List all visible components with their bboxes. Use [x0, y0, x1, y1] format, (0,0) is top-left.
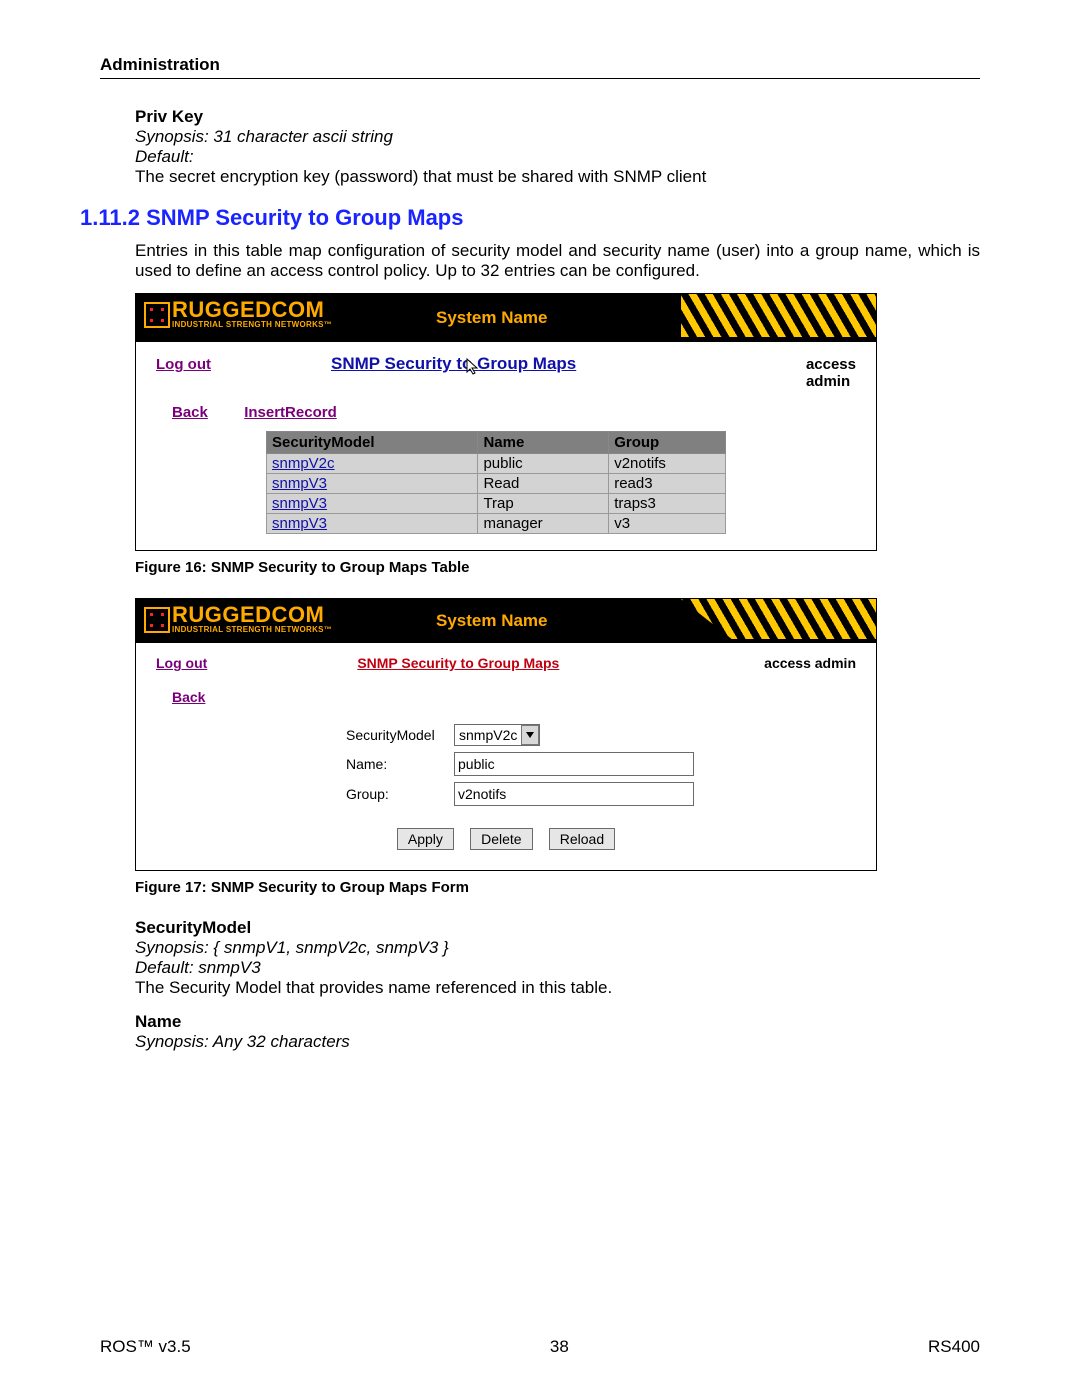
row-name: manager [478, 514, 609, 534]
logout-link[interactable]: Log out [156, 655, 207, 671]
access-info: access admin [806, 356, 856, 390]
table-row: snmpV3 Trap traps3 [267, 494, 726, 514]
table-row: snmpV3 manager v3 [267, 514, 726, 534]
row-group: traps3 [609, 494, 726, 514]
back-link[interactable]: Back [172, 404, 208, 421]
brand-logo-icon [144, 607, 170, 633]
screenshot-page-title[interactable]: SNMP Security to Group Maps [331, 354, 576, 374]
security-model-default: Default: snmpV3 [135, 958, 980, 978]
name-input[interactable] [454, 752, 694, 776]
section-heading: 1.11.2 SNMP Security to Group Maps [80, 205, 980, 231]
row-group: v3 [609, 514, 726, 534]
row-model-link[interactable]: snmpV2c [272, 455, 335, 472]
table-row: snmpV2c public v2notifs [267, 454, 726, 474]
row-name: Trap [478, 494, 609, 514]
chapter-heading: Administration [100, 55, 980, 79]
priv-key-default: Default: [135, 147, 980, 167]
name-synopsis: Synopsis: Any 32 characters [135, 1032, 980, 1052]
access-line2: admin [806, 373, 850, 390]
group-input[interactable] [454, 782, 694, 806]
row-model-link[interactable]: snmpV3 [272, 475, 327, 492]
row-group: v2notifs [609, 454, 726, 474]
security-model-select[interactable]: snmpV2c [454, 724, 540, 746]
priv-key-synopsis: Synopsis: 31 character ascii string [135, 127, 980, 147]
col-name: Name [478, 432, 609, 454]
label-security-model: SecurityModel [346, 727, 451, 743]
hazard-stripes [681, 294, 876, 337]
access-info: access admin [764, 655, 856, 671]
col-security-model: SecurityModel [267, 432, 478, 454]
system-name: System Name [436, 611, 548, 631]
priv-key-heading: Priv Key [135, 107, 980, 127]
priv-key-desc: The secret encryption key (password) tha… [135, 167, 980, 187]
apply-button[interactable]: Apply [397, 828, 454, 850]
logout-link[interactable]: Log out [156, 356, 211, 373]
system-name: System Name [436, 308, 548, 328]
chevron-down-icon[interactable] [521, 725, 539, 745]
section-para: Entries in this table map configuration … [135, 241, 980, 281]
back-link[interactable]: Back [172, 689, 205, 705]
figure16-caption: Figure 16: SNMP Security to Group Maps T… [135, 559, 980, 576]
security-model-value: snmpV2c [459, 727, 517, 743]
security-model-desc: The Security Model that provides name re… [135, 978, 980, 998]
row-name: Read [478, 474, 609, 494]
access-line1: access [806, 356, 856, 373]
snmp-groups-table: SecurityModel Name Group snmpV2c public … [266, 431, 726, 534]
footer-right: RS400 [928, 1337, 980, 1357]
label-group: Group: [346, 786, 451, 802]
reload-button[interactable]: Reload [549, 828, 615, 850]
row-model-link[interactable]: snmpV3 [272, 515, 327, 532]
screenshot-page-title[interactable]: SNMP Security to Group Maps [357, 655, 559, 671]
table-row: snmpV3 Read read3 [267, 474, 726, 494]
brand-logo-icon [144, 302, 170, 328]
cursor-icon [466, 358, 480, 380]
security-model-synopsis: Synopsis: { snmpV1, snmpV2c, snmpV3 } [135, 938, 980, 958]
screenshot-table: RUGGEDCOM INDUSTRIAL STRENGTH NETWORKS™ … [135, 293, 877, 551]
insert-record-link[interactable]: InsertRecord [244, 404, 337, 421]
footer-page-number: 38 [550, 1337, 569, 1357]
name-heading: Name [135, 1012, 980, 1032]
col-group: Group [609, 432, 726, 454]
row-name: public [478, 454, 609, 474]
label-name: Name: [346, 756, 451, 772]
security-model-heading: SecurityModel [135, 918, 980, 938]
row-group: read3 [609, 474, 726, 494]
row-model-link[interactable]: snmpV3 [272, 495, 327, 512]
screenshot-form: RUGGEDCOM INDUSTRIAL STRENGTH NETWORKS™ … [135, 598, 877, 871]
delete-button[interactable]: Delete [470, 828, 532, 850]
footer-left: ROS™ v3.5 [100, 1337, 191, 1357]
figure17-caption: Figure 17: SNMP Security to Group Maps F… [135, 879, 980, 896]
